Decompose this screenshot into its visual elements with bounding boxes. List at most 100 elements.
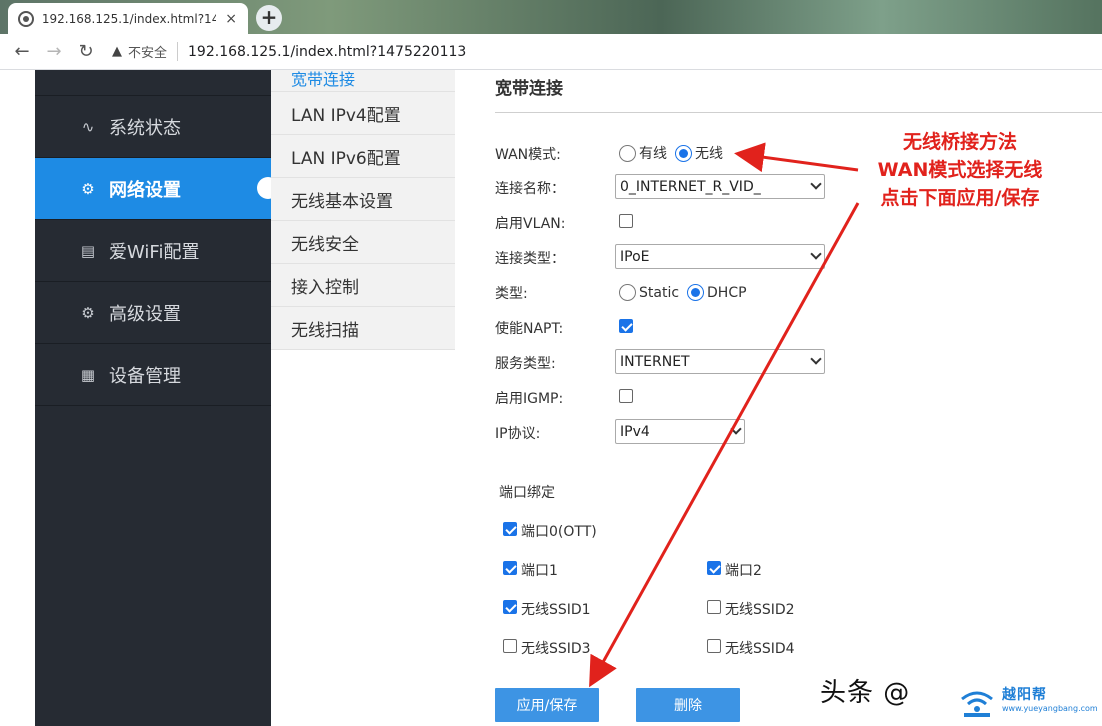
annotation-line-2: WAN模式选择无线 [877,159,1043,181]
conn-name-label: 连接名称： [495,181,565,197]
toutiao-watermark: 头条 @ [820,678,911,708]
delete-button[interactable]: 删除 [636,688,740,722]
port2-checkbox[interactable] [707,561,721,575]
site-watermark-url: www.yueyangbang.com [1002,704,1098,713]
pulse-icon: ∿ [81,117,95,136]
port1-label[interactable]: 端口1 [521,560,558,580]
service-type-label: 服务类型: [495,356,556,372]
ip-protocol-label: IP协议: [495,426,541,442]
ssid2-label[interactable]: 无线SSID2 [725,599,795,619]
omnibox[interactable]: ▲ 不安全 192.168.125.1/index.html?147522011… [112,38,466,66]
sidebar-item-device-management[interactable]: ▦ 设备管理 [35,344,271,406]
gear-icon: ⚙ [81,179,95,198]
conn-type-label: 连接类型： [495,251,565,267]
sidebar-item-system-status[interactable]: ∿ 系统状态 [35,96,271,158]
grid-icon: ▦ [80,365,96,384]
tab-title: 192.168.125.1/index.html?147 [41,11,217,26]
ssid2-checkbox[interactable] [707,600,721,614]
service-type-value: INTERNET [620,353,690,370]
divider [495,112,1102,113]
url-text[interactable]: 192.168.125.1/index.html?1475220113 [188,44,466,60]
sidebar-item-advanced-settings[interactable]: ⚙ 高级设置 [35,282,271,344]
ssid1-label[interactable]: 无线SSID1 [521,599,591,619]
submenu-item-wireless-security[interactable]: 无线安全 [271,221,455,264]
sidebar-item-label: 网络设置 [109,179,181,201]
ip-protocol-select[interactable]: IPv4 [615,419,745,444]
submenu-item-wireless-scan[interactable]: 无线扫描 [271,307,455,350]
wan-mode-wired-radio[interactable] [619,144,636,162]
submenu-item-access-control[interactable]: 接入控制 [271,264,455,307]
napt-checkbox[interactable] [619,319,633,333]
igmp-label: 启用IGMP: [495,391,564,407]
site-watermark: 越阳帮 www.yueyangbang.com [958,685,1098,719]
address-bar: ← → ↻ ▲ 不安全 192.168.125.1/index.html?147… [0,34,1102,70]
conn-type-value: IPoE [620,248,650,265]
conn-type-select[interactable]: IPoE [615,244,825,269]
ip-protocol-value: IPv4 [620,423,650,440]
security-label[interactable]: 不安全 [128,42,179,61]
wan-mode-wired-label[interactable]: 有线 [639,143,667,163]
chevron-down-icon [810,178,822,190]
sidebar: ∿ 系统状态 ⚙ 网络设置 ▤ 爱WiFi配置 ⚙ 高级设置 ▦ 设备管理 [35,70,279,726]
tab-close-icon[interactable]: × [224,11,238,27]
wan-mode-wireless-radio[interactable] [675,144,692,162]
igmp-checkbox[interactable] [619,389,633,403]
wan-mode-radio-group: 有线 无线 [619,143,731,163]
apply-save-button[interactable]: 应用/保存 [495,688,599,722]
type-static-label[interactable]: Static [639,285,679,301]
forward-icon[interactable]: → [38,41,70,62]
port2-label[interactable]: 端口2 [725,560,762,580]
chevron-down-icon [810,353,822,365]
ssid1-checkbox[interactable] [503,600,517,614]
sidebar-item-label: 系统状态 [109,117,181,139]
submenu-item-broadband[interactable]: 宽带连接 [271,70,455,92]
sidebar-item-wifi-config[interactable]: ▤ 爱WiFi配置 [35,220,271,282]
wan-mode-wireless-label[interactable]: 无线 [695,143,723,163]
sidebar-item-label: 爱WiFi配置 [109,241,200,263]
chevron-down-icon [810,248,822,260]
annotation-line-1: 无线桥接方法 [902,131,1017,153]
conn-name-value: 0_INTERNET_R_VID_ [620,178,761,195]
new-tab-button[interactable]: + [256,5,282,31]
site-watermark-text: 越阳帮 www.yueyangbang.com [1002,688,1098,716]
site-watermark-name: 越阳帮 [1002,687,1047,703]
type-label: 类型: [495,286,528,302]
submenu-item-wireless-basic[interactable]: 无线基本设置 [271,178,455,221]
conn-name-select[interactable]: 0_INTERNET_R_VID_ [615,174,825,199]
sidebar-top [35,70,271,96]
vlan-checkbox[interactable] [619,214,633,228]
ssid3-checkbox[interactable] [503,639,517,653]
browser-tab[interactable]: 192.168.125.1/index.html?147 × [8,3,248,34]
warning-icon[interactable]: ▲ [112,44,122,59]
document-icon: ▤ [80,241,96,260]
submenu-item-lan-ipv6[interactable]: LAN IPv6配置 [271,135,455,178]
chevron-down-icon [730,423,742,435]
page-title: 宽带连接 [495,79,563,99]
reload-icon[interactable]: ↻ [70,41,102,62]
port1-checkbox[interactable] [503,561,517,575]
submenu-item-lan-ipv4[interactable]: LAN IPv4配置 [271,92,455,135]
port-binding-label: 端口绑定 [499,485,555,501]
wifi-logo-icon [961,691,993,717]
type-dhcp-label[interactable]: DHCP [707,285,747,301]
favicon-icon [18,10,34,27]
back-icon[interactable]: ← [6,41,38,62]
browser-tab-bar: 192.168.125.1/index.html?147 × + [0,0,1102,34]
ssid4-label[interactable]: 无线SSID4 [725,638,795,658]
sidebar-item-label: 高级设置 [109,303,181,325]
annotation-line-3: 点击下面应用/保存 [880,187,1040,209]
gears-icon: ⚙ [81,303,95,322]
port0-checkbox[interactable] [503,522,517,536]
submenu: 宽带连接 LAN IPv4配置 LAN IPv6配置 无线基本设置 无线安全 接… [271,70,455,350]
service-type-select[interactable]: INTERNET [615,349,825,374]
ssid4-checkbox[interactable] [707,639,721,653]
vlan-label: 启用VLAN: [495,216,566,232]
ssid3-label[interactable]: 无线SSID3 [521,638,591,658]
napt-label: 使能NAPT: [495,321,564,337]
port0-label[interactable]: 端口0(OTT) [521,521,597,541]
wan-mode-label: WAN模式: [495,147,561,163]
sidebar-item-network-settings[interactable]: ⚙ 网络设置 [35,158,279,220]
sidebar-item-label: 设备管理 [109,365,181,387]
type-static-radio[interactable] [619,284,636,301]
type-dhcp-radio[interactable] [687,284,705,301]
